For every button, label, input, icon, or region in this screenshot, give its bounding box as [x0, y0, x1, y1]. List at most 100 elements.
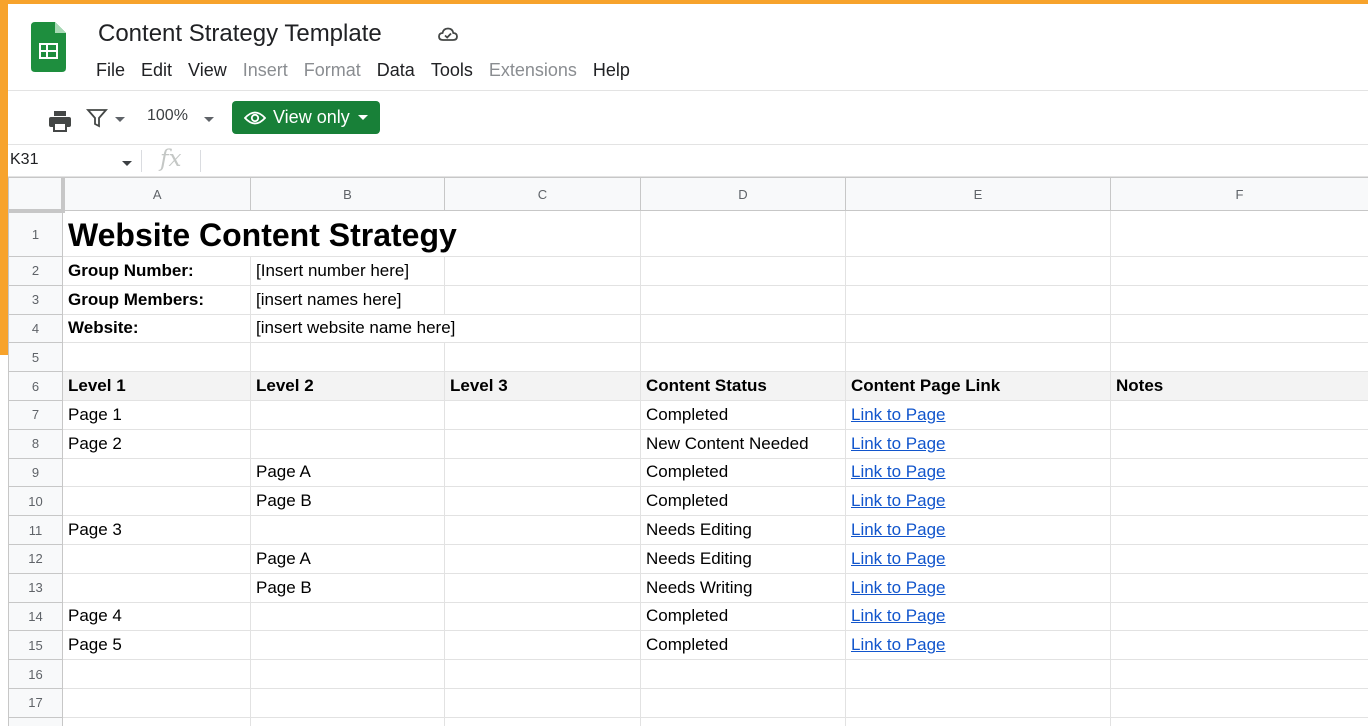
row-header[interactable]: 17: [8, 687, 63, 718]
notes-cell[interactable]: [1110, 601, 1368, 632]
cell[interactable]: [1110, 342, 1368, 373]
cell[interactable]: [640, 659, 846, 689]
info-value-cell[interactable]: [Insert number here]: [250, 256, 445, 286]
cell[interactable]: [444, 342, 641, 373]
page-link[interactable]: Link to Page: [845, 572, 1111, 603]
view-only-button[interactable]: View only: [232, 101, 380, 134]
cell[interactable]: [444, 687, 641, 718]
cell[interactable]: [640, 313, 846, 344]
level-3-cell[interactable]: [444, 601, 641, 632]
level-3-cell[interactable]: [444, 543, 641, 574]
cell[interactable]: [250, 342, 445, 373]
cell[interactable]: [845, 659, 1111, 689]
cell[interactable]: [1110, 659, 1368, 689]
cell[interactable]: [845, 284, 1111, 315]
select-all-corner[interactable]: [8, 177, 65, 213]
cell[interactable]: [1110, 687, 1368, 718]
zoom-select[interactable]: 100%: [147, 107, 188, 125]
cell[interactable]: [62, 659, 251, 689]
page-link[interactable]: Link to Page: [845, 515, 1111, 545]
level-3-cell[interactable]: [444, 428, 641, 459]
cell[interactable]: [1110, 716, 1368, 726]
cell[interactable]: [250, 687, 445, 718]
cell[interactable]: [1110, 210, 1368, 257]
cell[interactable]: [62, 716, 251, 726]
row-header[interactable]: 16: [8, 659, 63, 689]
cell[interactable]: [640, 210, 846, 257]
notes-cell[interactable]: [1110, 572, 1368, 603]
cell[interactable]: [1110, 313, 1368, 344]
menu-file[interactable]: File: [88, 59, 133, 81]
column-header-e[interactable]: E: [845, 177, 1111, 211]
menu-tools[interactable]: Tools: [423, 59, 481, 81]
row-header[interactable]: 9: [8, 457, 63, 488]
info-label-cell[interactable]: Group Members:: [62, 284, 251, 315]
level-3-cell[interactable]: [444, 457, 641, 488]
page-link[interactable]: Link to Page: [845, 457, 1111, 488]
info-value-cell[interactable]: [insert names here]: [250, 284, 445, 315]
header-cell-notes[interactable]: Notes: [1110, 371, 1368, 401]
zoom-caret-icon[interactable]: [204, 117, 214, 122]
level-3-cell[interactable]: [444, 486, 641, 517]
menu-view[interactable]: View: [180, 59, 235, 81]
cell[interactable]: [444, 659, 641, 689]
level-1-cell[interactable]: [62, 572, 251, 603]
content-status-cell[interactable]: Completed: [640, 486, 846, 517]
filter-icon[interactable]: [86, 107, 108, 129]
level-2-cell[interactable]: Page B: [250, 486, 445, 517]
notes-cell[interactable]: [1110, 543, 1368, 574]
cell[interactable]: [845, 716, 1111, 726]
cell[interactable]: [640, 284, 846, 315]
page-link[interactable]: Link to Page: [845, 399, 1111, 430]
page-link[interactable]: Link to Page: [845, 428, 1111, 459]
row-header[interactable]: 15: [8, 630, 63, 661]
row-header[interactable]: 5: [8, 342, 63, 373]
row-header[interactable]: 2: [8, 256, 63, 286]
info-label-cell[interactable]: Website:: [62, 313, 251, 344]
menu-help[interactable]: Help: [585, 59, 638, 81]
column-header-f[interactable]: F: [1110, 177, 1368, 211]
row-header[interactable]: 10: [8, 486, 63, 517]
info-label-cell[interactable]: Group Number:: [62, 256, 251, 286]
level-1-cell[interactable]: [62, 457, 251, 488]
notes-cell[interactable]: [1110, 428, 1368, 459]
content-status-cell[interactable]: New Content Needed: [640, 428, 846, 459]
row-header[interactable]: 13: [8, 572, 63, 603]
sheet-title-cell[interactable]: Website Content Strategy: [62, 210, 641, 257]
content-status-cell[interactable]: Needs Editing: [640, 515, 846, 545]
level-1-cell[interactable]: Page 5: [62, 630, 251, 661]
header-cell-content-page-link[interactable]: Content Page Link: [845, 371, 1111, 401]
level-2-cell[interactable]: [250, 601, 445, 632]
cell[interactable]: [444, 284, 641, 315]
level-2-cell[interactable]: [250, 428, 445, 459]
row-header[interactable]: 7: [8, 399, 63, 430]
header-cell-level-1[interactable]: Level 1: [62, 371, 251, 401]
header-cell-content-status[interactable]: Content Status: [640, 371, 846, 401]
level-1-cell[interactable]: Page 2: [62, 428, 251, 459]
level-1-cell[interactable]: Page 1: [62, 399, 251, 430]
row-header[interactable]: 1: [8, 210, 63, 257]
notes-cell[interactable]: [1110, 457, 1368, 488]
level-1-cell[interactable]: [62, 486, 251, 517]
content-status-cell[interactable]: Completed: [640, 630, 846, 661]
cell[interactable]: [250, 716, 445, 726]
column-header-c[interactable]: C: [444, 177, 641, 211]
level-3-cell[interactable]: [444, 572, 641, 603]
column-header-a[interactable]: A: [62, 177, 251, 211]
page-link[interactable]: Link to Page: [845, 543, 1111, 574]
notes-cell[interactable]: [1110, 399, 1368, 430]
page-link[interactable]: Link to Page: [845, 630, 1111, 661]
cell[interactable]: [444, 716, 641, 726]
level-3-cell[interactable]: [444, 515, 641, 545]
name-box-caret-icon[interactable]: [122, 161, 132, 166]
cell[interactable]: [444, 313, 641, 344]
print-icon[interactable]: [48, 110, 72, 132]
cell[interactable]: [1110, 284, 1368, 315]
notes-cell[interactable]: [1110, 486, 1368, 517]
content-status-cell[interactable]: Needs Writing: [640, 572, 846, 603]
cell[interactable]: [640, 687, 846, 718]
content-status-cell[interactable]: Completed: [640, 601, 846, 632]
row-header[interactable]: 11: [8, 515, 63, 545]
level-2-cell[interactable]: [250, 515, 445, 545]
row-header[interactable]: 12: [8, 543, 63, 574]
